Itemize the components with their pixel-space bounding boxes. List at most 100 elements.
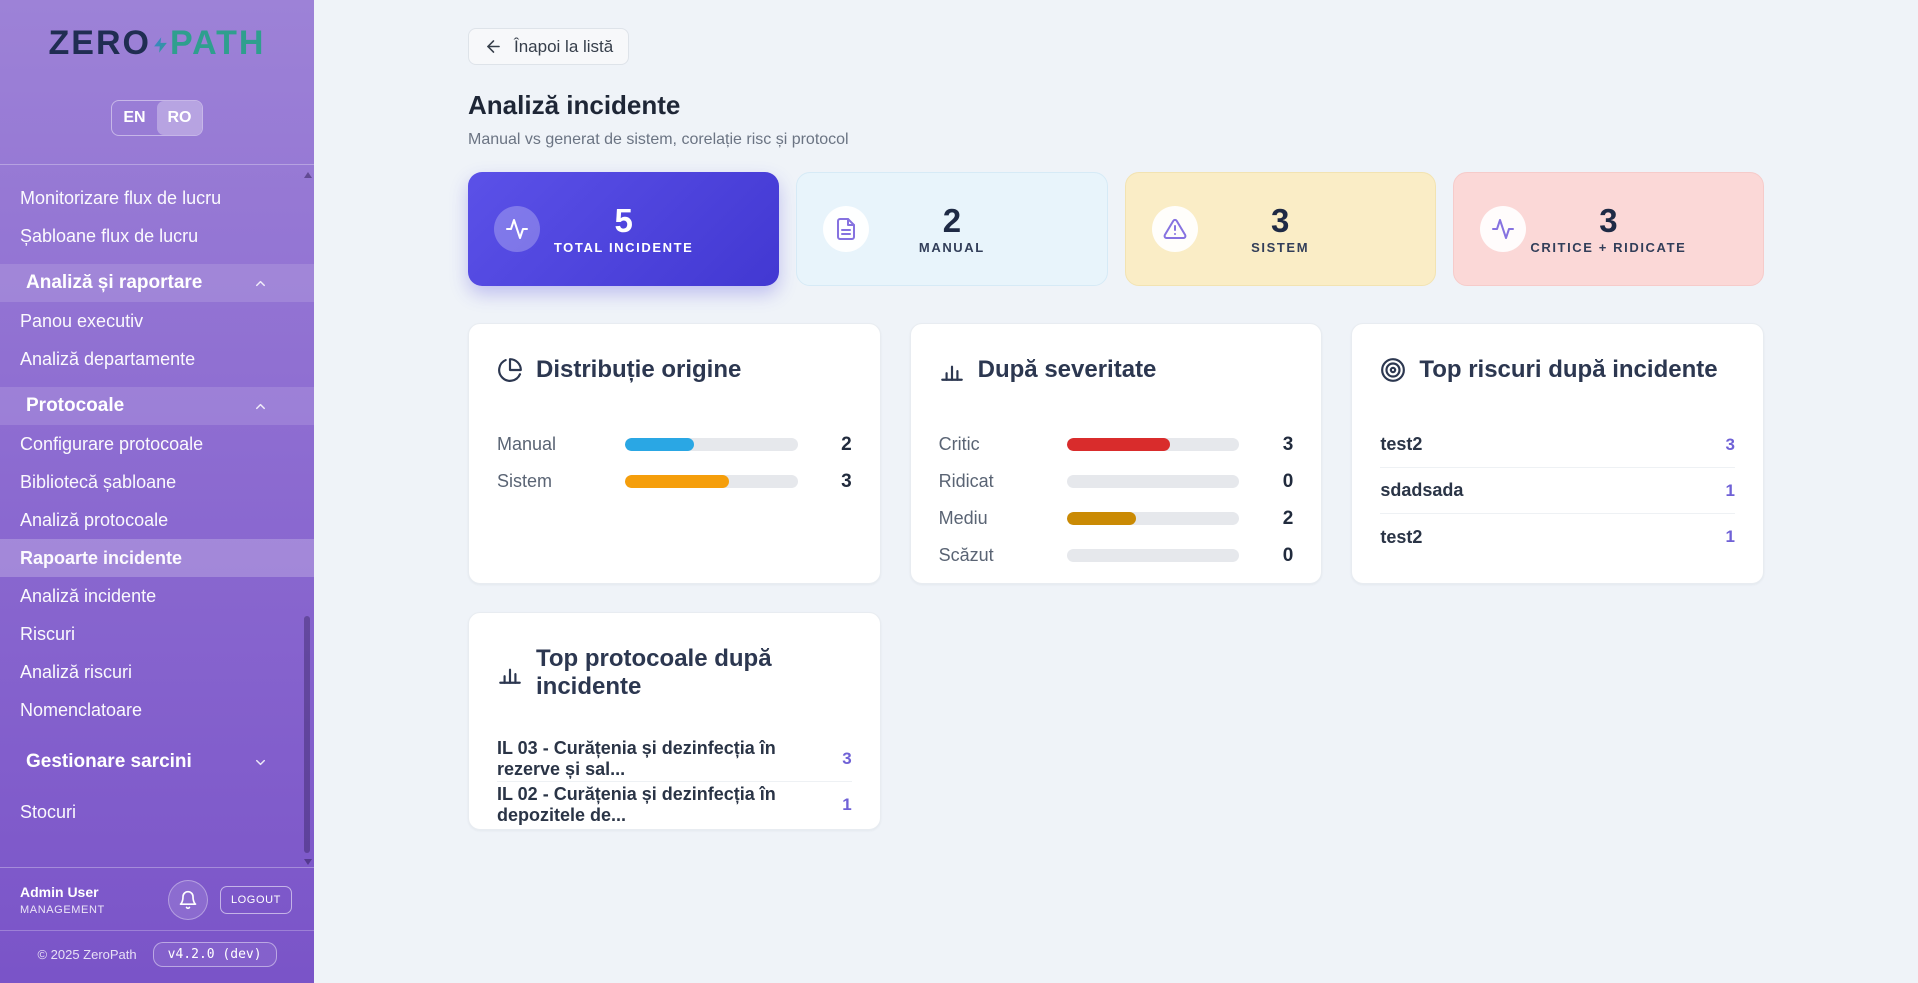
sidebar-section-label: Gestionare sarcini	[26, 751, 192, 773]
sidebar-item-biblioteca-sabloane[interactable]: Bibliotecă șabloane	[0, 463, 314, 501]
sidebar-item-analiza-riscuri[interactable]: Analiză riscuri	[0, 653, 314, 691]
back-button-label: Înapoi la listă	[514, 37, 613, 57]
risk-name: test2	[1380, 527, 1422, 548]
lang-en-button[interactable]: EN	[112, 101, 157, 135]
progress-bar	[1067, 475, 1240, 488]
protocol-name: IL 02 - Curățenia și dezinfecția în depo…	[497, 784, 842, 826]
stat-label: SISTEM	[1251, 240, 1309, 255]
sidebar-item-riscuri[interactable]: Riscuri	[0, 615, 314, 653]
lang-ro-button[interactable]: RO	[157, 101, 202, 135]
sidebar-section-protocoale[interactable]: Protocoale	[0, 387, 314, 425]
notifications-button[interactable]	[168, 880, 208, 920]
card-dupa-severitate: După severitate Critic 3 Ridicat 0	[910, 323, 1323, 584]
bar-value: 3	[1267, 434, 1293, 456]
bar-label: Manual	[497, 434, 625, 455]
progress-bar	[1067, 549, 1240, 562]
copyright-text: © 2025 ZeroPath	[37, 947, 136, 962]
bar-row-manual: Manual 2	[497, 426, 852, 463]
list-item: IL 02 - Curățenia și dezinfecția în depo…	[497, 782, 852, 827]
list-item: test2 3	[1380, 422, 1735, 468]
card-top-protocoale: Top protocoale după incidente IL 03 - Cu…	[468, 612, 881, 830]
app-logo: ZERO PATH	[0, 24, 314, 63]
sidebar-item-configurare-protocoale[interactable]: Configurare protocoale	[0, 425, 314, 463]
sidebar-section-analiza-si-raportare[interactable]: Analiză și raportare	[0, 264, 314, 302]
sidebar-item-rapoarte-incidente[interactable]: Rapoarte incidente	[0, 539, 314, 577]
sidebar-item-nomenclatoare[interactable]: Nomenclatoare	[0, 691, 314, 729]
scrollbar-up-arrow-icon[interactable]	[304, 172, 312, 178]
stat-card-total-incidente: 5 TOTAL INCIDENTE	[468, 172, 779, 286]
main-content: Înapoi la listă Analiză incidente Manual…	[314, 0, 1918, 983]
stats-row: 5 TOTAL INCIDENTE 2 MANUAL 3 SISTEM	[468, 172, 1764, 286]
chevron-up-icon	[253, 276, 268, 291]
stat-value: 2	[943, 204, 961, 237]
sidebar-item-monitorizare-flux-de-lucru[interactable]: Monitorizare flux de lucru	[0, 179, 314, 217]
pie-chart-icon	[497, 357, 523, 383]
sidebar-section-gestionare-sarcini[interactable]: Gestionare sarcini	[0, 743, 314, 781]
bar-label: Sistem	[497, 471, 625, 492]
bar-label: Mediu	[939, 508, 1067, 529]
sidebar-item-analiza-incidente[interactable]: Analiză incidente	[0, 577, 314, 615]
stat-card-critice-ridicate: 3 CRITICE + RIDICATE	[1453, 172, 1764, 286]
scrollbar-down-arrow-icon[interactable]	[304, 859, 312, 865]
progress-bar	[1067, 438, 1240, 451]
charts-row-2: Top protocoale după incidente IL 03 - Cu…	[468, 612, 1764, 830]
risk-count: 3	[1726, 435, 1735, 455]
risk-count: 1	[1726, 527, 1735, 547]
bar-label: Scăzut	[939, 545, 1067, 566]
logo-text-zero: ZERO	[49, 24, 151, 62]
back-button[interactable]: Înapoi la listă	[468, 28, 629, 65]
bar-chart-icon	[497, 660, 523, 686]
sidebar-section-label: Analiză și raportare	[26, 272, 202, 294]
document-icon	[823, 206, 869, 252]
bar-row-mediu: Mediu 2	[939, 500, 1294, 537]
sidebar-item-analiza-departamente[interactable]: Analiză departamente	[0, 340, 314, 378]
bar-label: Critic	[939, 434, 1067, 455]
bar-value: 2	[826, 434, 852, 456]
progress-bar	[1067, 512, 1240, 525]
protocol-count: 3	[842, 749, 851, 769]
bar-row-scazut: Scăzut 0	[939, 537, 1294, 574]
sidebar-nav: Monitorizare flux de lucru Șabloane flux…	[0, 165, 314, 867]
chevron-up-icon	[253, 399, 268, 414]
card-title-text: Distribuție origine	[536, 356, 741, 384]
logout-button[interactable]: LOGOUT	[220, 886, 292, 914]
list-item: IL 03 - Curățenia și dezinfecția în reze…	[497, 737, 852, 782]
card-distributie-origine: Distribuție origine Manual 2 Sistem 3	[468, 323, 881, 584]
progress-bar	[625, 438, 798, 451]
target-icon	[1380, 357, 1406, 383]
sidebar-item-panou-executiv[interactable]: Panou executiv	[0, 302, 314, 340]
sidebar-item-analiza-protocoale[interactable]: Analiză protocoale	[0, 501, 314, 539]
stat-label: TOTAL INCIDENTE	[554, 240, 694, 255]
stat-value: 3	[1271, 204, 1289, 237]
page-subtitle: Manual vs generat de sistem, corelație r…	[468, 131, 1764, 149]
user-section: Admin User MANAGEMENT LOGOUT	[0, 868, 314, 930]
sidebar-scrollbar[interactable]	[303, 172, 312, 865]
sidebar-item-sabloane-flux-de-lucru[interactable]: Șabloane flux de lucru	[0, 217, 314, 255]
page-title: Analiză incidente	[468, 90, 1764, 121]
version-badge: v4.2.0 (dev)	[153, 942, 277, 967]
user-info: Admin User MANAGEMENT	[20, 884, 156, 916]
bar-value: 3	[826, 471, 852, 493]
bar-value: 0	[1267, 545, 1293, 567]
protocol-count: 1	[842, 795, 851, 815]
user-name: Admin User	[20, 884, 156, 900]
app-root: ZERO PATH EN RO Monitorizare flux de lucr…	[0, 0, 1918, 983]
logo-text-path: PATH	[170, 24, 266, 62]
stat-card-sistem: 3 SISTEM	[1125, 172, 1436, 286]
sidebar-footer: © 2025 ZeroPath v4.2.0 (dev)	[0, 930, 314, 983]
bolt-icon	[152, 33, 169, 57]
risk-name: sdadsada	[1380, 480, 1463, 501]
risk-count: 1	[1726, 481, 1735, 501]
bar-chart-icon	[939, 357, 965, 383]
risk-name: test2	[1380, 434, 1422, 455]
sidebar-item-stocuri[interactable]: Stocuri	[0, 793, 314, 831]
bar-row-ridicat: Ridicat 0	[939, 463, 1294, 500]
stat-label: CRITICE + RIDICATE	[1530, 240, 1686, 255]
stat-value: 5	[614, 204, 632, 237]
bar-value: 0	[1267, 471, 1293, 493]
card-top-riscuri: Top riscuri după incidente test2 3 sdads…	[1351, 323, 1764, 584]
stat-card-manual: 2 MANUAL	[796, 172, 1107, 286]
scrollbar-thumb[interactable]	[304, 616, 310, 853]
card-title-text: După severitate	[978, 356, 1157, 384]
charts-row: Distribuție origine Manual 2 Sistem 3	[468, 323, 1764, 584]
